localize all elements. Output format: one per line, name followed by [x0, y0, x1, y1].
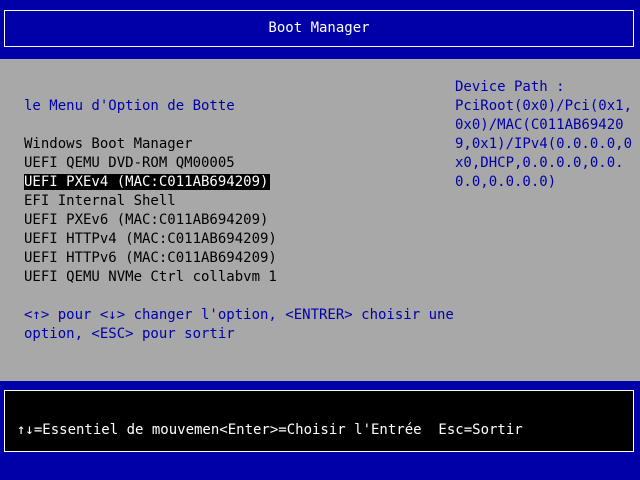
- boot-option-label: UEFI QEMU DVD-ROM QM00005: [24, 155, 235, 171]
- boot-option-pxev6[interactable]: UEFI PXEv6 (MAC:C011AB694209): [24, 211, 279, 230]
- boot-option-efi-shell[interactable]: EFI Internal Shell: [24, 192, 279, 211]
- boot-option-label: UEFI QEMU NVMe Ctrl collabvm 1: [24, 269, 277, 285]
- boot-option-windows-boot-manager[interactable]: Windows Boot Manager: [24, 135, 279, 154]
- menu-prompt: le Menu d'Option de Botte: [24, 98, 235, 114]
- boot-option-nvme[interactable]: UEFI QEMU NVMe Ctrl collabvm 1: [24, 268, 279, 287]
- boot-option-label: UEFI PXEv4 (MAC:C011AB694209): [24, 174, 271, 190]
- device-path-panel: Device Path : PciRoot(0x0)/Pci(0x1,0x0)/…: [455, 78, 635, 192]
- boot-option-httpv4[interactable]: UEFI HTTPv4 (MAC:C011AB694209): [24, 230, 279, 249]
- boot-option-dvd-rom[interactable]: UEFI QEMU DVD-ROM QM00005: [24, 154, 279, 173]
- boot-option-label: UEFI PXEv6 (MAC:C011AB694209): [24, 212, 269, 228]
- boot-option-list: Windows Boot Manager UEFI QEMU DVD-ROM Q…: [24, 135, 279, 287]
- boot-option-label: EFI Internal Shell: [24, 193, 176, 209]
- boot-menu-panel: le Menu d'Option de Botte Device Path : …: [0, 59, 640, 381]
- boot-option-label: UEFI HTTPv4 (MAC:C011AB694209): [24, 231, 277, 247]
- boot-option-label: Windows Boot Manager: [24, 136, 193, 152]
- title-bar: Boot Manager: [4, 10, 634, 47]
- device-path-label: Device Path :: [455, 79, 565, 95]
- window-title: Boot Manager: [268, 20, 370, 36]
- boot-option-httpv6[interactable]: UEFI HTTPv6 (MAC:C011AB694209): [24, 249, 279, 268]
- boot-option-pxev4[interactable]: UEFI PXEv4 (MAC:C011AB694209): [24, 173, 279, 192]
- bios-screen: Boot Manager le Menu d'Option de Botte D…: [0, 0, 640, 480]
- footer-bar: ↑↓=Essentiel de mouvemen<Enter>=Choisir …: [4, 390, 634, 452]
- help-text: <↑> pour <↓> changer l'option, <ENTRER> …: [24, 307, 454, 342]
- device-path-value: PciRoot(0x0)/Pci(0x1,0x0)/MAC(C011AB6942…: [455, 98, 633, 190]
- boot-option-label: UEFI HTTPv6 (MAC:C011AB694209): [24, 250, 277, 266]
- footer-hint: ↑↓=Essentiel de mouvemen<Enter>=Choisir …: [17, 422, 523, 438]
